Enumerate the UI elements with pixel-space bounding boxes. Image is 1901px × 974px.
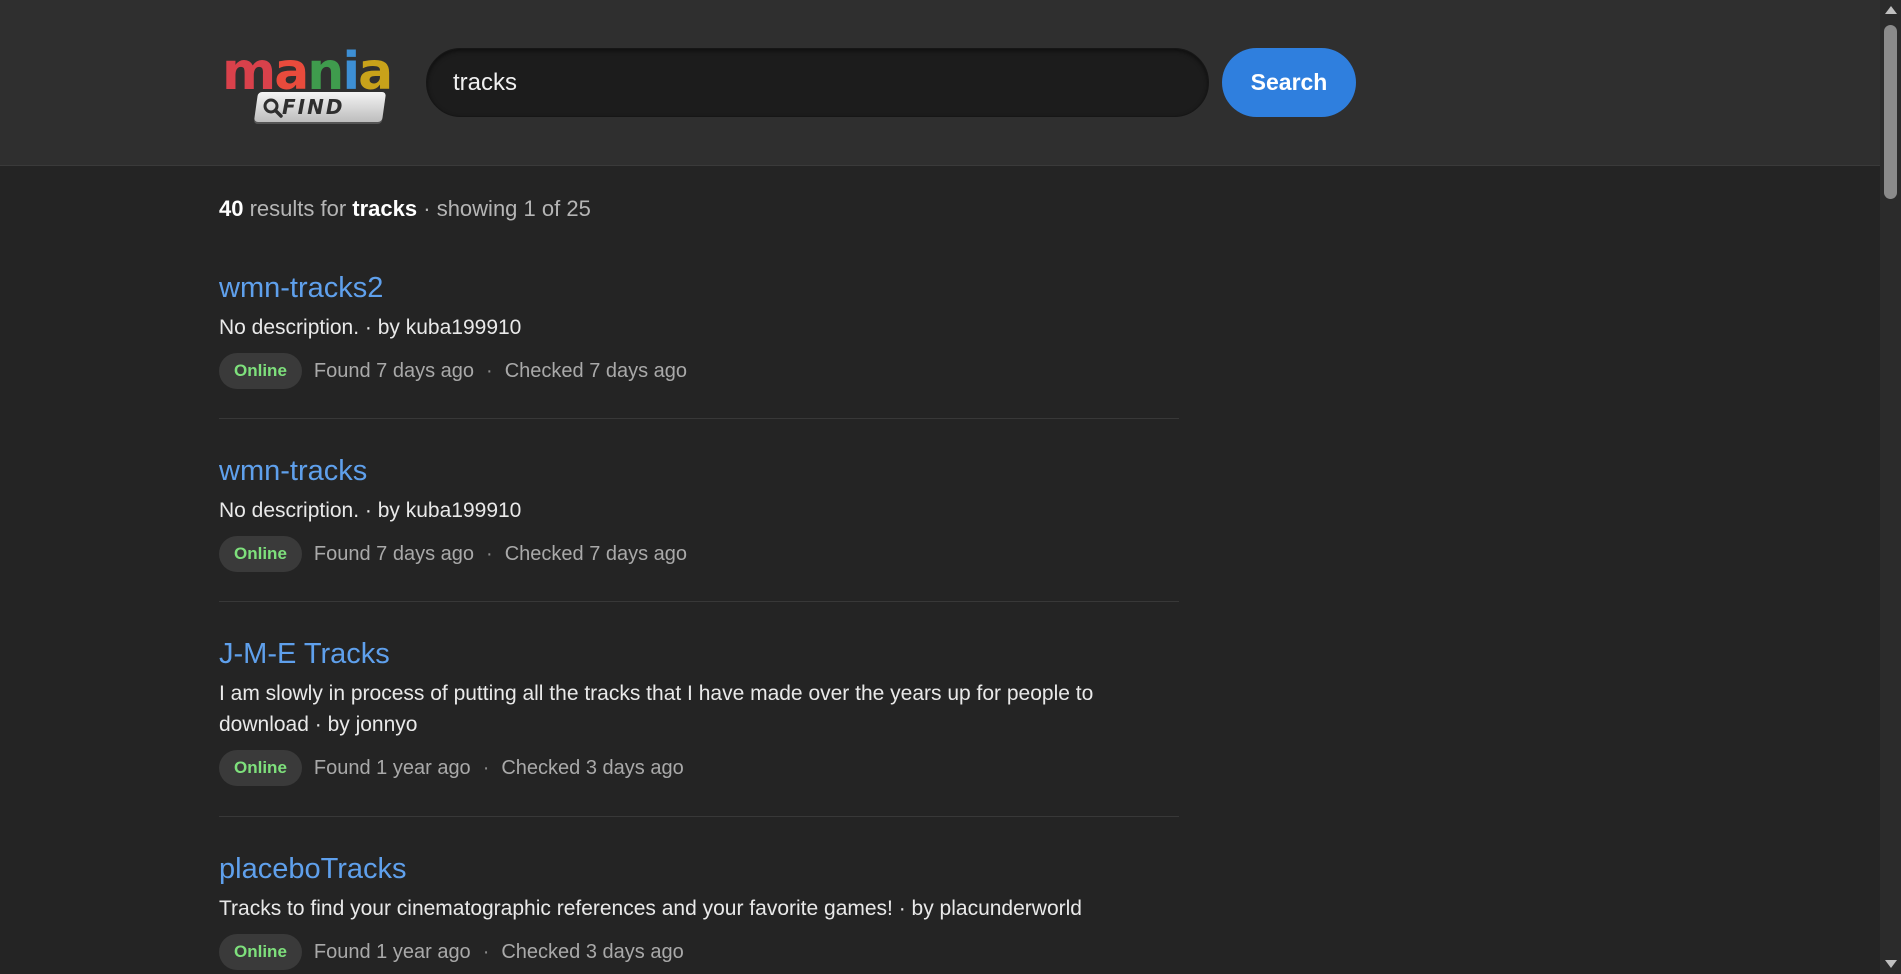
status-badge: Online: [219, 353, 302, 389]
status-badge: Online: [219, 934, 302, 970]
scroll-up-arrow-icon[interactable]: [1885, 6, 1897, 14]
result-count: 40: [219, 196, 244, 221]
result-title-link[interactable]: wmn-tracks: [219, 453, 1179, 489]
scroll-down-arrow-icon[interactable]: [1885, 960, 1897, 968]
result-description: No description. · by kuba199910: [219, 499, 522, 522]
results-summary: 40 results for tracks · showing 1 of 25: [219, 196, 591, 222]
meta-separator: ·: [482, 940, 490, 963]
summary-showing: · showing 1 of 25: [417, 196, 591, 221]
checked-date: Checked 3 days ago: [501, 940, 684, 963]
result-meta: Online Found 7 days ago · Checked 7 days…: [219, 536, 1179, 572]
logo-find-text: FIND: [282, 95, 345, 119]
result-item: wmn-tracks2 No description. · by kuba199…: [219, 270, 1179, 389]
found-date: Found 1 year ago: [313, 940, 471, 963]
result-description: I am slowly in process of putting all th…: [219, 682, 1094, 736]
result-title-link[interactable]: placeboTracks: [219, 851, 1179, 887]
scrollbar[interactable]: [1880, 0, 1901, 974]
scrollbar-thumb[interactable]: [1884, 25, 1897, 199]
found-date: Found 1 year ago: [313, 756, 471, 779]
result-item: J-M-E Tracks I am slowly in process of p…: [219, 636, 1179, 786]
meta-separator: ·: [486, 359, 493, 382]
result-meta: Online Found 1 year ago · Checked 3 days…: [219, 934, 1179, 970]
checked-date: Checked 3 days ago: [501, 756, 684, 779]
checked-date: Checked 7 days ago: [504, 542, 688, 565]
status-badge: Online: [219, 750, 302, 786]
result-meta: Online Found 7 days ago · Checked 7 days…: [219, 353, 1179, 389]
result-divider: [219, 418, 1179, 419]
search-input[interactable]: [426, 48, 1209, 117]
result-divider: [219, 601, 1179, 602]
search-button[interactable]: Search: [1222, 48, 1356, 117]
summary-text: results for: [243, 196, 353, 221]
status-badge: Online: [219, 536, 302, 572]
header-bar: mania FIND Search: [0, 0, 1880, 166]
found-date: Found 7 days ago: [313, 542, 475, 565]
result-title-link[interactable]: J-M-E Tracks: [219, 636, 1179, 672]
result-item: wmn-tracks No description. · by kuba1999…: [219, 453, 1179, 572]
result-item: placeboTracks Tracks to find your cinema…: [219, 851, 1179, 970]
summary-query: tracks: [352, 196, 418, 221]
result-divider: [219, 816, 1179, 817]
result-title-link[interactable]: wmn-tracks2: [219, 270, 1179, 306]
result-description: Tracks to find your cinematographic refe…: [219, 897, 1082, 920]
magnifier-icon: [263, 98, 283, 118]
checked-date: Checked 7 days ago: [504, 359, 688, 382]
found-date: Found 7 days ago: [313, 359, 475, 382]
meta-separator: ·: [486, 542, 493, 565]
maniafind-logo[interactable]: mania FIND: [220, 42, 393, 124]
meta-separator: ·: [482, 756, 490, 779]
result-meta: Online Found 1 year ago · Checked 3 days…: [219, 750, 1179, 786]
result-description: No description. · by kuba199910: [219, 316, 522, 339]
